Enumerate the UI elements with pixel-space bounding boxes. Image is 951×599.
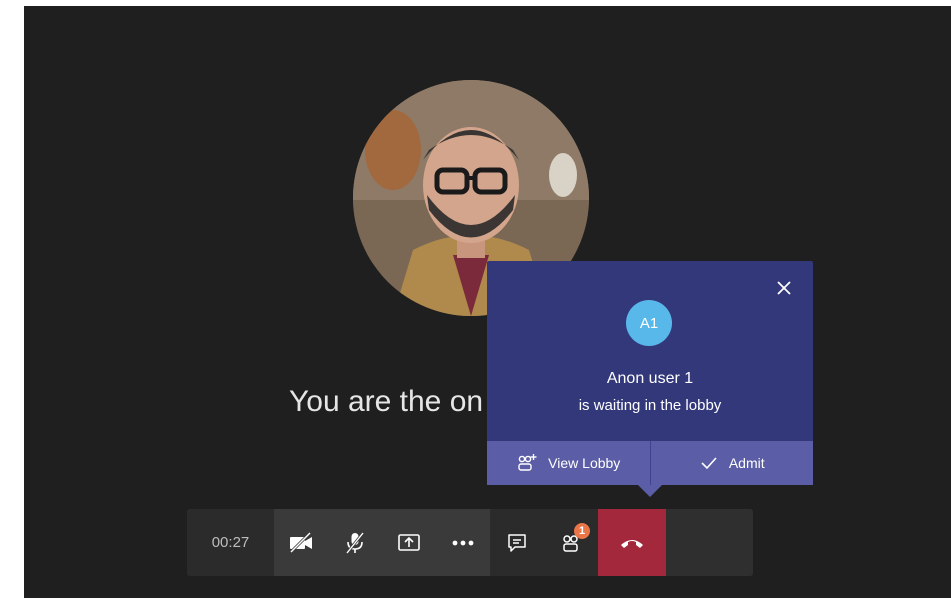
video-off-icon [288, 531, 314, 554]
close-icon[interactable] [773, 277, 795, 299]
admit-button[interactable]: Admit [649, 441, 814, 485]
meeting-stage: You are the on A1 Anon user 1 is waiting… [24, 6, 951, 598]
camera-toggle-button[interactable] [274, 509, 328, 576]
status-message: You are the on [289, 385, 484, 418]
call-timer: 00:27 [187, 509, 274, 576]
add-people-icon [516, 453, 538, 473]
chat-icon [506, 532, 528, 554]
lobby-message: is waiting in the lobby [578, 397, 722, 414]
chat-button[interactable] [490, 509, 544, 576]
view-lobby-label: View Lobby [548, 455, 621, 471]
share-screen-button[interactable] [382, 509, 436, 576]
participants-badge: 1 [574, 523, 590, 539]
hang-up-button[interactable] [598, 509, 666, 576]
checkmark-icon [699, 455, 719, 471]
lobby-notification: A1 Anon user 1 is waiting in the lobby V… [487, 261, 813, 497]
mic-toggle-button[interactable] [328, 509, 382, 576]
lobby-user-avatar: A1 [626, 300, 672, 346]
mic-off-icon [343, 531, 367, 555]
lobby-actions: View Lobby Admit [487, 441, 813, 485]
call-controls-bar: 00:27 1 [187, 509, 753, 576]
share-screen-icon [397, 532, 421, 554]
hang-up-icon [619, 536, 645, 550]
more-icon [451, 539, 475, 547]
view-lobby-button[interactable]: View Lobby [487, 441, 650, 485]
participants-button[interactable]: 1 [544, 509, 598, 576]
admit-label: Admit [728, 455, 765, 471]
more-options-button[interactable] [436, 509, 490, 576]
popup-pointer [638, 485, 662, 497]
lobby-user-name: Anon user 1 [606, 370, 694, 387]
